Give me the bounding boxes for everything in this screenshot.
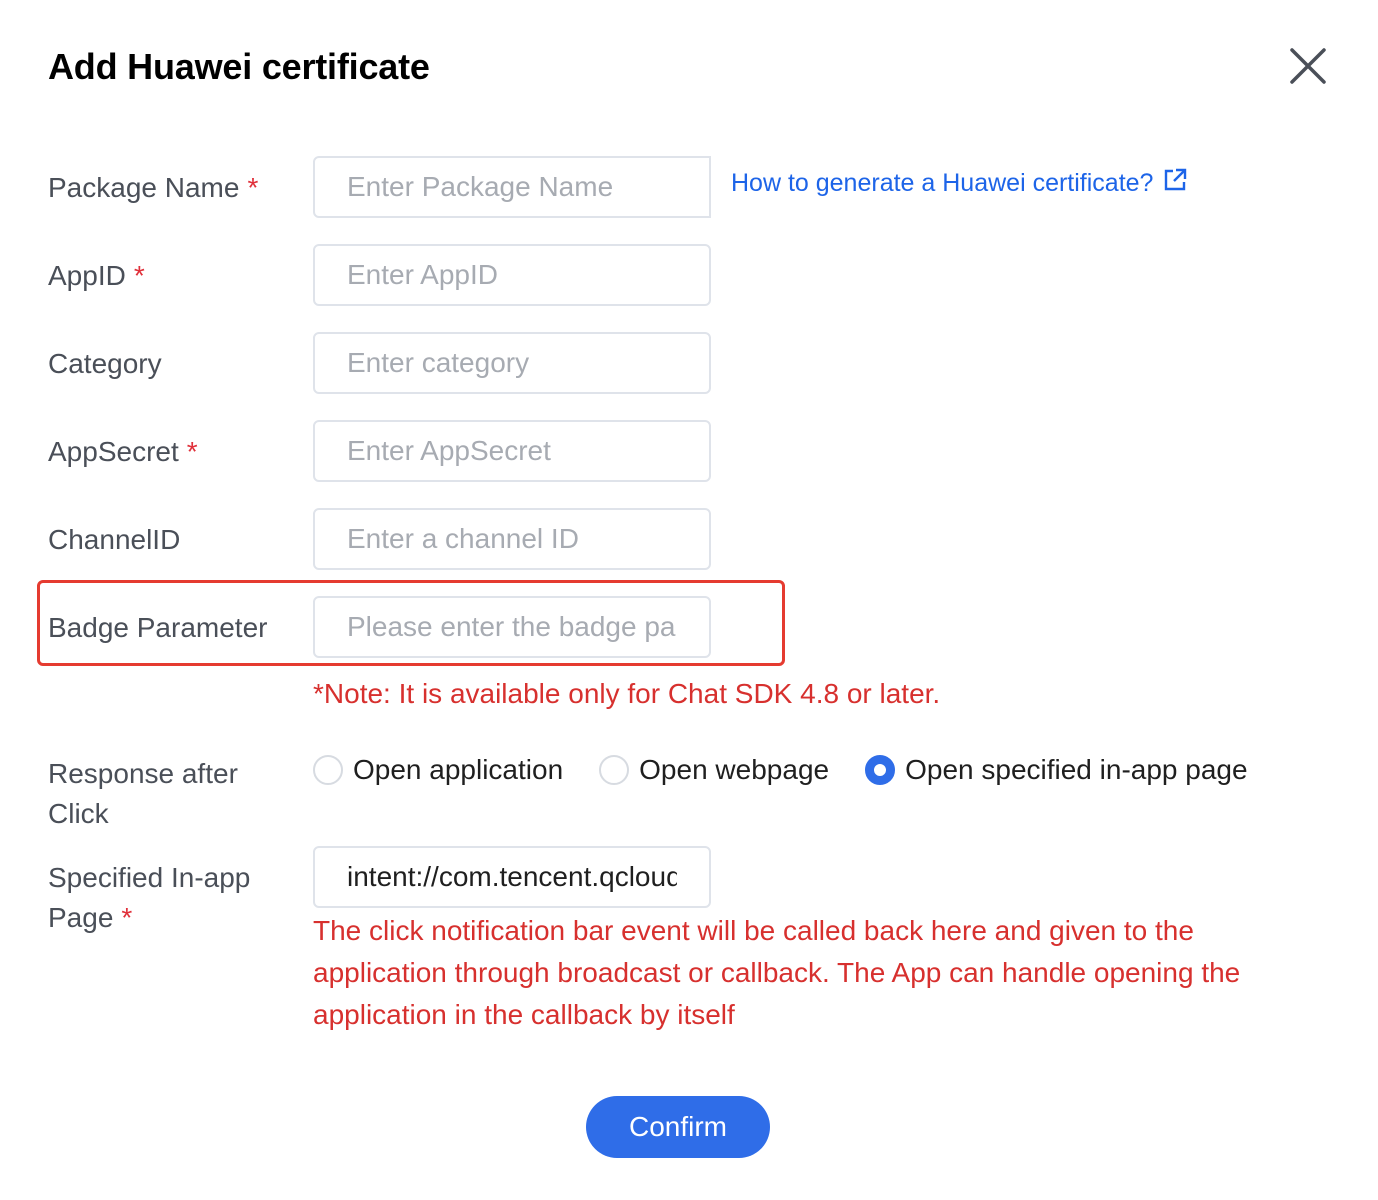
radio-open-in-app-page[interactable]: Open specified in-app page xyxy=(865,754,1248,786)
in-app-label-line2: Page xyxy=(48,902,114,933)
dialog-title: Add Huawei certificate xyxy=(48,46,430,87)
close-icon[interactable] xyxy=(1284,44,1330,90)
app-secret-input[interactable] xyxy=(313,420,711,482)
badge-note: *Note: It is available only for Chat SDK… xyxy=(313,678,941,709)
radio-open-application[interactable]: Open application xyxy=(313,754,563,786)
required-mark: * xyxy=(186,436,198,467)
badge-parameter-label-text: Badge Parameter xyxy=(48,612,268,643)
external-link-icon xyxy=(1163,168,1187,199)
category-input[interactable] xyxy=(313,332,711,394)
radio-label: Open specified in-app page xyxy=(905,754,1248,785)
in-app-page-label: Specified In-app Page * xyxy=(48,858,250,938)
required-mark: * xyxy=(121,902,133,933)
confirm-button[interactable]: Confirm xyxy=(586,1096,770,1158)
package-name-label-text: Package Name xyxy=(48,172,240,203)
response-after-click-label: Response after Click xyxy=(48,754,238,834)
channel-id-label-text: ChannelID xyxy=(48,524,181,555)
badge-parameter-input[interactable] xyxy=(313,596,711,658)
app-id-label-text: AppID xyxy=(48,260,126,291)
radio-label: Open webpage xyxy=(639,754,830,785)
app-secret-label: AppSecret * xyxy=(48,432,198,472)
in-app-page-input[interactable] xyxy=(313,846,711,908)
help-link-text: How to generate a Huawei certificate? xyxy=(731,169,1154,197)
package-name-label: Package Name * xyxy=(48,168,258,208)
badge-parameter-label: Badge Parameter xyxy=(48,608,267,648)
response-label-line2: Click xyxy=(48,798,109,829)
app-secret-label-text: AppSecret xyxy=(48,436,179,467)
help-link[interactable]: How to generate a Huawei certificate? xyxy=(731,168,1187,199)
radio-circle[interactable] xyxy=(599,755,630,785)
radio-circle[interactable] xyxy=(313,755,343,785)
radio-circle-checked[interactable] xyxy=(865,755,896,785)
app-id-input[interactable] xyxy=(313,244,711,306)
radio-label: Open application xyxy=(353,754,564,785)
required-mark: * xyxy=(133,260,145,291)
response-label-line1: Response after xyxy=(48,758,238,789)
required-mark: * xyxy=(247,172,259,203)
response-radio-group: Open application Open webpage Open speci… xyxy=(313,754,1284,786)
in-app-label-line1: Specified In-app xyxy=(48,862,251,893)
category-label: Category xyxy=(48,344,162,384)
category-label-text: Category xyxy=(48,348,162,379)
package-name-input[interactable] xyxy=(313,156,711,218)
radio-open-webpage[interactable]: Open webpage xyxy=(599,754,829,786)
in-app-page-hint: The click notification bar event will be… xyxy=(313,915,1241,1030)
channel-id-label: ChannelID xyxy=(48,520,180,560)
channel-id-input[interactable] xyxy=(313,508,711,570)
app-id-label: AppID * xyxy=(48,256,145,296)
